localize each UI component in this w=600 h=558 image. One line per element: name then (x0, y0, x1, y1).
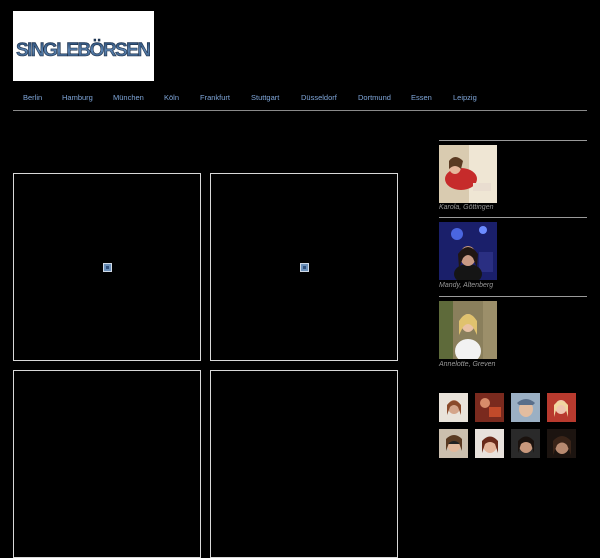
profile-thumbnail[interactable] (439, 429, 468, 458)
nav-link-muenchen[interactable]: München (113, 93, 144, 102)
sidebar-divider (439, 296, 587, 297)
profile-thumbnail[interactable] (511, 429, 540, 458)
content-tile[interactable] (210, 173, 398, 361)
content-tile[interactable] (13, 370, 201, 558)
profile-thumbnail[interactable] (511, 393, 540, 422)
nav-link-stuttgart[interactable]: Stuttgart (251, 93, 279, 102)
profile-caption: Annelotte, Greven (439, 361, 496, 368)
site-logo[interactable]: SINGLEBÖRSEN (13, 11, 154, 81)
broken-image-icon (103, 263, 112, 272)
profile-caption: Karola, Göttingen (439, 204, 494, 211)
profile-thumbnail[interactable] (439, 393, 468, 422)
content-tile[interactable] (210, 370, 398, 558)
broken-image-icon (300, 263, 309, 272)
profile-thumbnail[interactable] (547, 393, 576, 422)
nav-link-berlin[interactable]: Berlin (23, 93, 42, 102)
nav-link-frankfurt[interactable]: Frankfurt (200, 93, 230, 102)
profile-photo[interactable] (439, 301, 497, 359)
profile-photo[interactable] (439, 222, 497, 280)
nav-link-leipzig[interactable]: Leipzig (453, 93, 477, 102)
nav-link-hamburg[interactable]: Hamburg (62, 93, 93, 102)
nav-link-duesseldorf[interactable]: Düsseldorf (301, 93, 337, 102)
sidebar-divider (439, 140, 587, 141)
city-navigation: Berlin Hamburg München Köln Frankfurt St… (13, 89, 587, 111)
profile-caption: Mandy, Altenberg (439, 282, 494, 289)
logo-text: SINGLEBÖRSEN (16, 40, 151, 61)
profile-thumbnail[interactable] (547, 429, 576, 458)
profile-thumbnail[interactable] (475, 429, 504, 458)
content-tile[interactable] (13, 173, 201, 361)
profile-thumbnail[interactable] (475, 393, 504, 422)
profile-photo[interactable] (439, 145, 497, 203)
nav-link-koeln[interactable]: Köln (164, 93, 179, 102)
nav-link-essen[interactable]: Essen (411, 93, 432, 102)
sidebar-divider (439, 217, 587, 218)
nav-link-dortmund[interactable]: Dortmund (358, 93, 391, 102)
